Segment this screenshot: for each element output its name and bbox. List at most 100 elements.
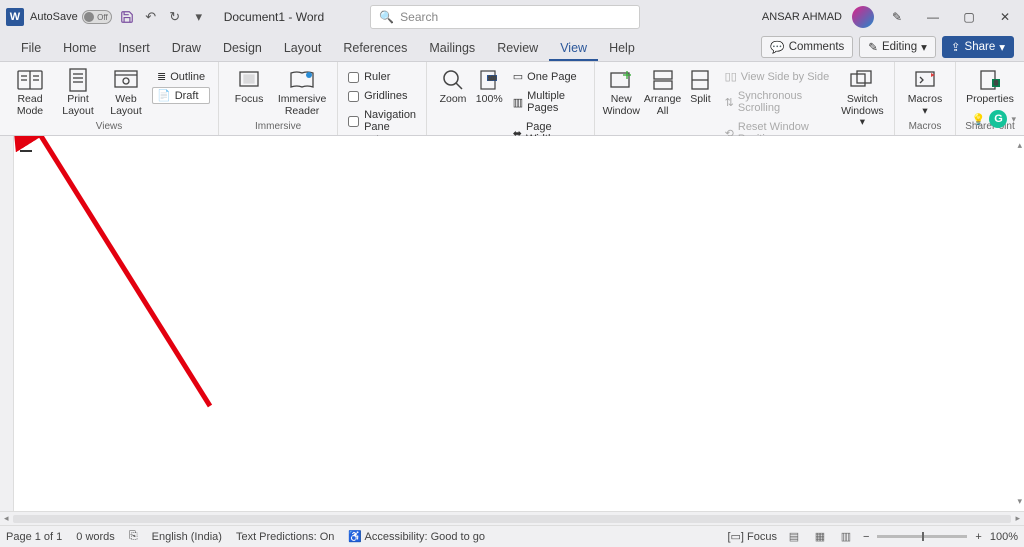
word-count[interactable]: 0 words [76, 531, 115, 543]
tab-help[interactable]: Help [598, 35, 646, 61]
sync-scrolling-button: ⇅Synchronous Scrolling [720, 88, 835, 116]
group-label-macros: Macros [909, 120, 942, 133]
group-show: Ruler Gridlines Navigation Pane Show [338, 62, 427, 135]
vertical-ruler [0, 136, 14, 511]
chevron-down-icon: ▾ [921, 40, 927, 54]
zoom-level[interactable]: 100% [990, 531, 1018, 543]
annotation-arrow [0, 136, 1024, 511]
zoom-100-button[interactable]: 100 100% [475, 66, 504, 106]
zoom-button[interactable]: Zoom [435, 66, 470, 106]
close-icon[interactable]: ✕ [992, 4, 1018, 30]
tab-draw[interactable]: Draw [161, 35, 212, 61]
ribbon-tabs: File Home Insert Draw Design Layout Refe… [0, 34, 1024, 62]
nav-pane-checkbox[interactable]: Navigation Pane [346, 108, 418, 134]
autosave-toggle[interactable]: AutoSave Off [30, 10, 112, 24]
save-icon[interactable] [118, 8, 136, 26]
minimize-icon[interactable]: — [920, 4, 946, 30]
spell-check-icon[interactable]: ⎘ [129, 530, 138, 543]
zoom-in-button[interactable]: + [975, 531, 981, 543]
tab-home[interactable]: Home [52, 35, 107, 61]
multiple-pages-icon: ▥ [513, 96, 523, 109]
user-avatar[interactable] [852, 6, 874, 28]
search-placeholder: Search [400, 10, 438, 24]
comments-button[interactable]: 💬Comments [761, 36, 853, 58]
print-layout-button[interactable]: Print Layout [56, 66, 100, 117]
language-indicator[interactable]: English (India) [152, 531, 222, 543]
text-predictions[interactable]: Text Predictions: On [236, 531, 334, 543]
tab-file[interactable]: File [10, 35, 52, 61]
outline-button[interactable]: ≣Outline [152, 68, 210, 85]
sync-scroll-icon: ⇅ [725, 96, 734, 109]
zoom-icon [439, 68, 467, 92]
scroll-up-icon[interactable]: ▴ [1017, 140, 1022, 151]
new-window-icon [607, 68, 635, 92]
chevron-down-icon: ▾ [999, 40, 1005, 54]
one-page-button[interactable]: ▭One Page [508, 68, 586, 85]
tab-view[interactable]: View [549, 35, 598, 61]
tab-insert[interactable]: Insert [108, 35, 161, 61]
scroll-left-icon[interactable]: ◂ [4, 513, 9, 524]
page-indicator[interactable]: Page 1 of 1 [6, 531, 62, 543]
chevron-down-icon: ▾ [922, 105, 927, 117]
group-window: New Window Arrange All Split ▯▯View Side… [595, 62, 895, 135]
arrange-all-button[interactable]: Arrange All [644, 66, 681, 117]
gridlines-checkbox[interactable]: Gridlines [346, 89, 418, 103]
search-input[interactable]: 🔍 Search [370, 5, 640, 29]
view-side-by-side-button: ▯▯View Side by Side [720, 68, 835, 85]
scroll-right-icon[interactable]: ▸ [1015, 513, 1020, 524]
group-macros: Macros▾ Macros [895, 62, 956, 135]
group-label-immersive: Immersive [255, 120, 301, 133]
web-layout-view-icon[interactable]: ▥ [837, 529, 855, 545]
word-app-icon: W [6, 8, 24, 26]
new-window-button[interactable]: New Window [603, 66, 640, 117]
one-page-icon: ▭ [513, 70, 523, 83]
autosave-switch[interactable]: Off [82, 10, 112, 24]
document-area[interactable]: ▴ ▾ [0, 136, 1024, 511]
tab-references[interactable]: References [332, 35, 418, 61]
zoom-slider[interactable] [877, 535, 967, 538]
read-mode-view-icon[interactable]: ▤ [785, 529, 803, 545]
zoom-out-button[interactable]: − [863, 531, 869, 543]
print-layout-view-icon[interactable]: ▦ [811, 529, 829, 545]
draft-button[interactable]: 📄Draft [152, 87, 210, 104]
share-button[interactable]: ⇪Share▾ [942, 36, 1014, 58]
autosave-label: AutoSave [30, 11, 78, 23]
pen-icon[interactable]: ✎ [884, 4, 910, 30]
macros-button[interactable]: Macros▾ [903, 66, 947, 117]
read-mode-icon [16, 68, 44, 92]
tab-review[interactable]: Review [486, 35, 549, 61]
web-layout-icon [112, 68, 140, 92]
multiple-pages-button[interactable]: ▥Multiple Pages [508, 88, 586, 116]
immersive-reader-button[interactable]: Immersive Reader [275, 66, 329, 117]
arrange-all-icon [649, 68, 677, 92]
split-icon [686, 68, 714, 92]
undo-icon[interactable]: ↶ [142, 8, 160, 26]
focus-icon [235, 68, 263, 92]
ruler-checkbox[interactable]: Ruler [346, 70, 418, 84]
grammarly-widget[interactable]: 💡 G ▾ [972, 110, 1016, 128]
focus-button[interactable]: Focus [227, 66, 271, 106]
switch-windows-button[interactable]: Switch Windows ▾ [839, 66, 886, 129]
focus-mode-button[interactable]: [▭] Focus [727, 530, 777, 543]
print-layout-icon [64, 68, 92, 92]
read-mode-button[interactable]: Read Mode [8, 66, 52, 117]
tab-design[interactable]: Design [212, 35, 273, 61]
lightbulb-icon: 💡 [972, 113, 986, 126]
document-title: Document1 - Word [224, 10, 324, 24]
qat-dropdown-icon[interactable]: ▾ [190, 8, 208, 26]
redo-icon[interactable]: ↻ [166, 8, 184, 26]
switch-windows-icon [848, 68, 876, 92]
group-zoom: Zoom 100 100% ▭One Page ▥Multiple Pages … [427, 62, 594, 135]
tab-mailings[interactable]: Mailings [418, 35, 486, 61]
split-button[interactable]: Split [685, 66, 715, 106]
horizontal-scrollbar[interactable]: ◂ ▸ [0, 511, 1024, 525]
web-layout-button[interactable]: Web Layout [104, 66, 148, 117]
properties-button[interactable]: S Properties [964, 66, 1016, 106]
accessibility-status[interactable]: ♿ Accessibility: Good to go [348, 530, 485, 543]
editing-button[interactable]: ✎Editing▾ [859, 36, 936, 58]
immersive-reader-icon [288, 68, 316, 92]
maximize-icon[interactable]: ▢ [956, 4, 982, 30]
tab-layout[interactable]: Layout [273, 35, 333, 61]
ribbon: Read Mode Print Layout Web Layout ≣Outli… [0, 62, 1024, 136]
scroll-down-icon[interactable]: ▾ [1017, 496, 1022, 507]
